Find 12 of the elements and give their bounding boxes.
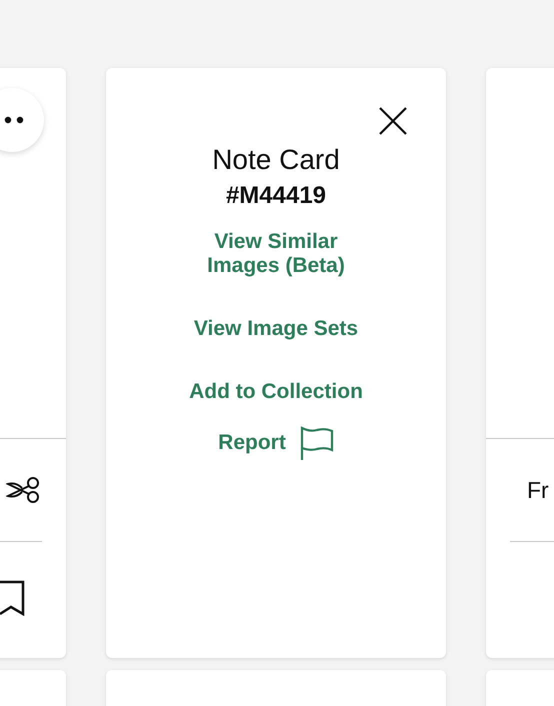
card-text: Fr <box>527 476 549 505</box>
bookmark-icon[interactable] <box>0 580 25 616</box>
scissors-icon[interactable] <box>6 476 40 504</box>
menu-link[interactable]: Add to Collection <box>189 380 363 404</box>
report-link[interactable]: Report <box>218 426 334 460</box>
close-icon <box>379 107 407 135</box>
flag-icon <box>300 426 334 460</box>
close-button[interactable] <box>378 106 408 136</box>
item-number: #M44419 <box>226 181 326 211</box>
menu-link[interactable]: View Similar Images (Beta) <box>176 230 376 278</box>
popup-title: Note Card <box>212 143 340 177</box>
menu-link[interactable]: View Image Sets <box>194 317 358 341</box>
